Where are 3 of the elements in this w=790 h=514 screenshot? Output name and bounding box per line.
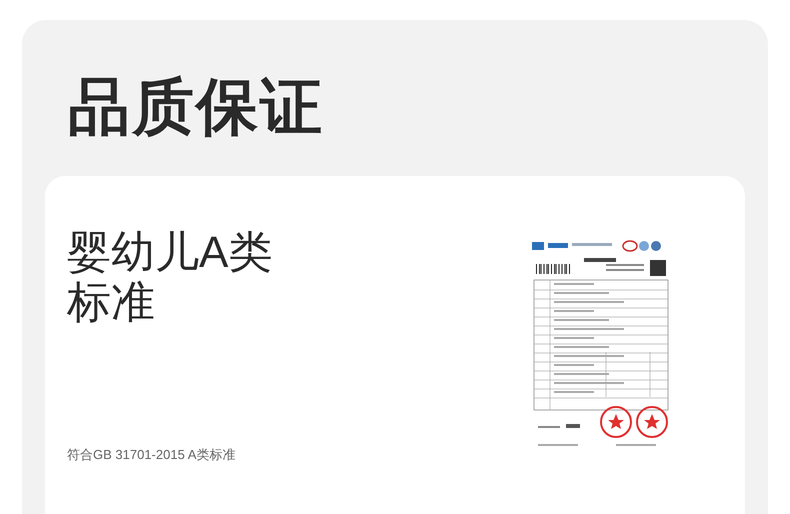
section-heading: 品质保证 — [67, 72, 325, 144]
card-title: 婴幼儿A类 标准 — [67, 228, 274, 328]
standard-note: 符合GB 31701-2015 A类标准 — [67, 446, 236, 464]
